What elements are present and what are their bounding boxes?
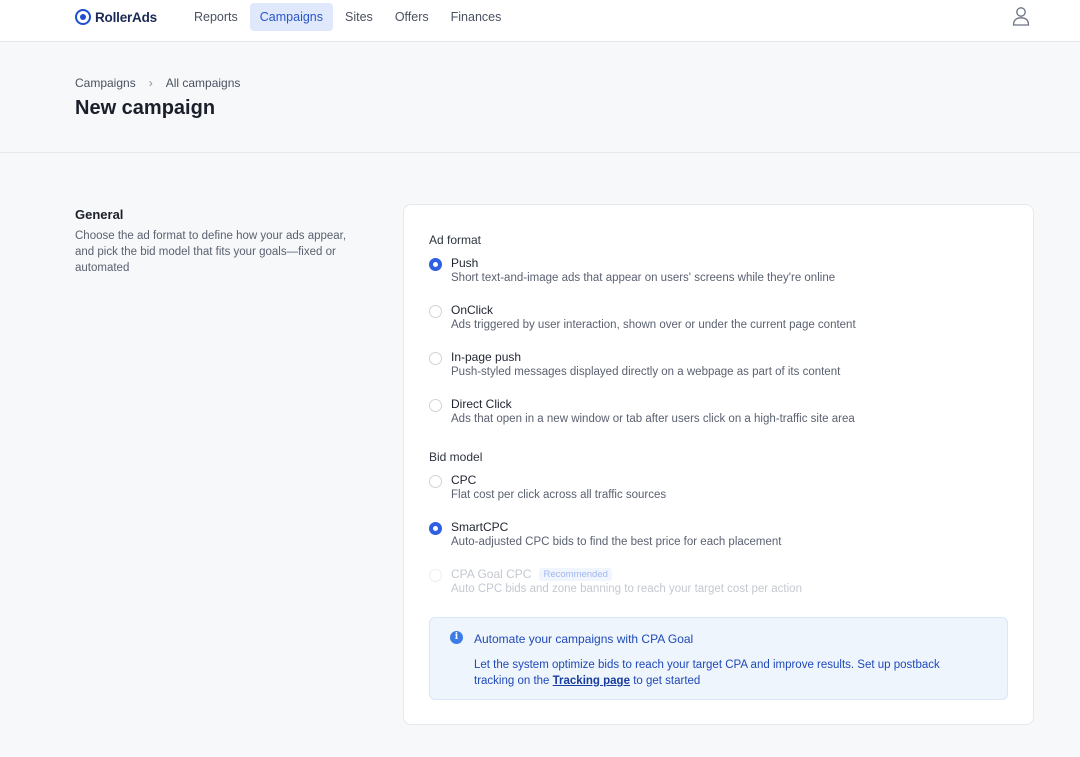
nav-item-offers[interactable]: Offers	[385, 3, 439, 31]
radio-cpa-goal-cpc	[429, 569, 442, 582]
ad-format-label: Ad format	[429, 233, 482, 247]
option-description: Push-styled messages displayed directly …	[451, 366, 841, 378]
radio-push[interactable]	[429, 258, 442, 271]
option-description: Ads triggered by user interaction, shown…	[451, 319, 856, 331]
general-settings-card: Ad format Push Short text-and-image ads …	[403, 204, 1034, 725]
breadcrumb-campaigns-link[interactable]: Campaigns	[75, 76, 136, 90]
option-description: Auto CPC bids and zone banning to reach …	[451, 583, 802, 595]
main-nav: Reports Campaigns Sites Offers Finances	[184, 3, 513, 31]
ad-format-option-direct-click[interactable]: Direct Click Ads that open in a new wind…	[429, 397, 1009, 431]
user-account-icon[interactable]	[1012, 6, 1030, 26]
breadcrumb-chevron-icon: ›	[148, 76, 153, 90]
option-description: Flat cost per click across all traffic s…	[451, 489, 667, 501]
tracking-page-link[interactable]: Tracking page	[553, 675, 630, 687]
bid-model-label: Bid model	[429, 450, 483, 464]
info-body-text: Let the system optimize bids to reach yo…	[474, 659, 940, 687]
rollerads-logo[interactable]: RollerAds	[75, 8, 157, 26]
option-title: CPC	[451, 473, 477, 487]
option-description: Auto-adjusted CPC bids to find the best …	[451, 536, 782, 548]
info-body-text-end: to get started	[633, 675, 701, 687]
general-section-title: General	[75, 207, 124, 222]
ad-format-option-in-page-push[interactable]: In-page push Push-styled messages displa…	[429, 350, 1009, 384]
info-icon: i	[450, 631, 463, 644]
breadcrumb-all-campaigns-link[interactable]: All campaigns	[166, 76, 241, 90]
option-title: SmartCPC	[451, 520, 509, 534]
ad-format-option-onclick[interactable]: OnClick Ads triggered by user interactio…	[429, 303, 1009, 337]
radio-in-page-push[interactable]	[429, 352, 442, 365]
option-title: In-page push	[451, 350, 522, 364]
info-banner-body: Let the system optimize bids to reach yo…	[474, 657, 974, 689]
general-section-description: Choose the ad format to define how your …	[75, 230, 347, 274]
radio-onclick[interactable]	[429, 305, 442, 318]
logo-text: RollerAds	[95, 9, 157, 25]
bid-model-option-cpc[interactable]: CPC Flat cost per click across all traff…	[429, 473, 1009, 507]
radio-cpc[interactable]	[429, 475, 442, 488]
option-title: OnClick	[451, 303, 494, 317]
recommended-badge: Recommended	[539, 568, 612, 581]
bid-model-option-smartcpc[interactable]: SmartCPC Auto-adjusted CPC bids to find …	[429, 520, 1009, 554]
nav-item-reports[interactable]: Reports	[184, 3, 248, 31]
top-navigation-bar: RollerAds Reports Campaigns Sites Offers…	[0, 0, 1080, 42]
option-title-text: CPA Goal CPC	[451, 567, 532, 581]
logo-mark-icon	[75, 9, 91, 25]
ad-format-option-push[interactable]: Push Short text-and-image ads that appea…	[429, 256, 1009, 290]
radio-smartcpc[interactable]	[429, 522, 442, 535]
info-banner-title: Automate your campaigns with CPA Goal	[474, 632, 694, 646]
option-description: Ads that open in a new window or tab aft…	[451, 413, 855, 425]
option-description: Short text-and-image ads that appear on …	[451, 272, 836, 284]
breadcrumb: Campaigns › All campaigns	[75, 76, 240, 90]
nav-item-sites[interactable]: Sites	[335, 3, 383, 31]
nav-item-campaigns[interactable]: Campaigns	[249, 3, 334, 31]
general-section-intro: General Choose the ad format to define h…	[75, 207, 375, 276]
option-title: Direct Click	[451, 397, 512, 411]
radio-direct-click[interactable]	[429, 399, 442, 412]
cpa-goal-info-banner: i Automate your campaigns with CPA Goal …	[429, 617, 1008, 700]
page-title: New campaign	[75, 97, 216, 119]
option-title: CPA Goal CPC Recommended	[451, 567, 612, 581]
nav-item-finances[interactable]: Finances	[441, 3, 512, 31]
page-header: Campaigns › All campaigns New campaign	[0, 43, 1080, 153]
bid-model-option-cpa-goal-cpc: CPA Goal CPC Recommended Auto CPC bids an…	[429, 567, 1009, 601]
option-title: Push	[451, 256, 479, 270]
